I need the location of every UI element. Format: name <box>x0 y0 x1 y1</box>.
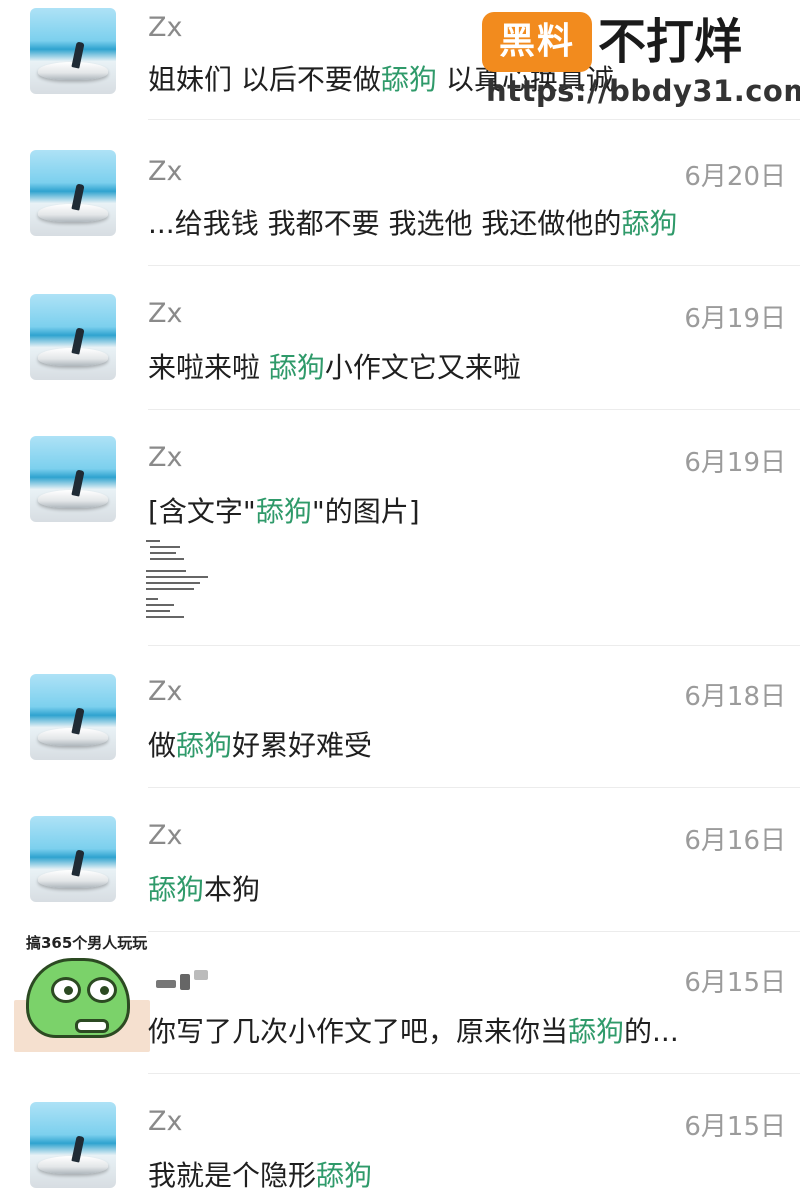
keyword-highlight: 舔狗 <box>621 207 678 240</box>
message-preview: 舔狗本狗 <box>148 873 261 906</box>
avatar <box>30 674 116 760</box>
chat-result-item[interactable]: 搞365个男人玩玩 6月15日 你写了几次小作文了吧，原来你当舔狗的... <box>0 932 800 1074</box>
contact-name: Zx <box>148 676 183 707</box>
message-preview: 你写了几次小作文了吧，原来你当舔狗的... <box>148 1015 679 1048</box>
message-date: 6月18日 <box>684 682 786 712</box>
divider <box>148 119 800 120</box>
blurred-contact-name <box>156 970 216 992</box>
sticker-caption: 搞365个男人玩玩 <box>26 934 148 952</box>
image-thumbnail[interactable] <box>146 538 216 622</box>
message-preview: 做舔狗好累好难受 <box>148 729 373 762</box>
watermark-logo: 黑料 不打烊 https://bbdy31.com <box>482 12 800 110</box>
contact-name: Zx <box>148 298 183 329</box>
avatar <box>30 436 116 522</box>
watermark-badge: 黑料 <box>482 12 592 72</box>
message-preview: [含文字"舔狗"的图片] <box>148 495 420 528</box>
chat-result-item[interactable]: Zx 6月19日 来啦来啦 舔狗小作文它又来啦 <box>0 266 800 410</box>
message-date: 6月20日 <box>684 162 786 192</box>
chat-result-item[interactable]: Zx 6月16日 舔狗本狗 <box>0 788 800 932</box>
chat-result-item[interactable]: Zx 6月20日 ...给我钱 我都不要 我选他 我还做他的舔狗 <box>0 122 800 266</box>
contact-name: Zx <box>148 442 183 473</box>
chat-result-item[interactable]: Zx 6月15日 我就是个隐形舔狗 <box>0 1074 800 1200</box>
message-date: 6月15日 <box>684 968 786 998</box>
message-date: 6月19日 <box>684 304 786 334</box>
keyword-highlight: 舔狗 <box>176 729 233 762</box>
keyword-highlight: 舔狗 <box>148 873 205 906</box>
frog-sticker-avatar: 搞365个男人玩玩 <box>10 932 150 1052</box>
contact-name: Zx <box>148 156 183 187</box>
contact-name: Zx <box>148 12 183 43</box>
message-preview: ...给我钱 我都不要 我选他 我还做他的舔狗 <box>148 207 678 240</box>
search-results-list: Zx 姐妹们 以后不要做舔狗 以真心换真诚 Zx 6月20日 ...给我钱 我都… <box>0 0 800 1200</box>
watermark-url: https://bbdy31.com <box>486 74 800 108</box>
avatar <box>30 1102 116 1188</box>
keyword-highlight: 舔狗 <box>255 495 312 528</box>
message-preview: 我就是个隐形舔狗 <box>148 1159 373 1192</box>
keyword-highlight: 舔狗 <box>316 1159 373 1192</box>
avatar <box>30 8 116 94</box>
keyword-highlight: 舔狗 <box>268 351 325 384</box>
watermark-title: 不打烊 <box>598 14 743 70</box>
message-preview: 来啦来啦 舔狗小作文它又来啦 <box>148 351 521 384</box>
chat-result-item[interactable]: Zx 6月19日 [含文字"舔狗"的图片] <box>0 410 800 646</box>
avatar <box>30 294 116 380</box>
message-date: 6月15日 <box>684 1112 786 1142</box>
message-date: 6月19日 <box>684 448 786 478</box>
message-date: 6月16日 <box>684 826 786 856</box>
avatar <box>30 816 116 902</box>
chat-result-item[interactable]: Zx 6月18日 做舔狗好累好难受 <box>0 646 800 788</box>
keyword-highlight: 舔狗 <box>380 63 437 96</box>
contact-name: Zx <box>148 820 183 851</box>
keyword-highlight: 舔狗 <box>568 1015 625 1048</box>
avatar <box>30 150 116 236</box>
contact-name: Zx <box>148 1106 183 1137</box>
